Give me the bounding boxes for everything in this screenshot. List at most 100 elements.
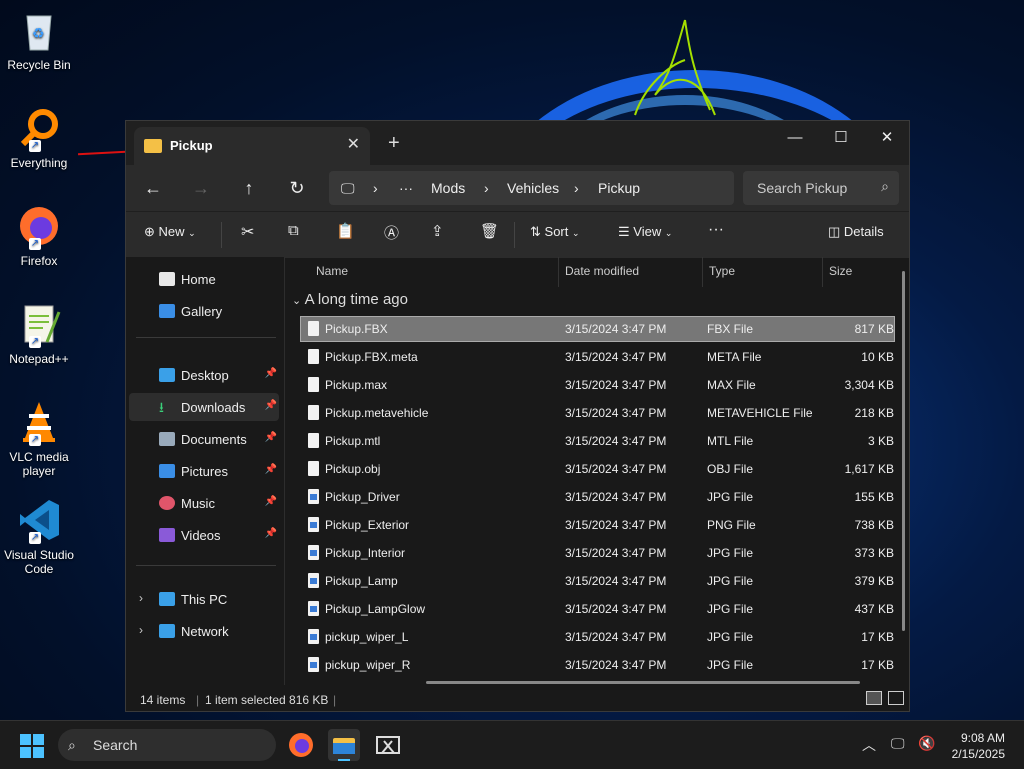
new-tab-button[interactable]: + xyxy=(388,132,400,155)
sidebar-item-music[interactable]: Music 📌 xyxy=(129,489,279,517)
file-row[interactable]: Pickup.mtl 3/15/2024 3:47 PM MTL File 3 KB xyxy=(301,429,894,453)
horizontal-scrollbar[interactable] xyxy=(426,681,860,684)
details-button[interactable]: ◫ Details xyxy=(828,224,884,240)
sidebar-item-videos[interactable]: Videos 📌 xyxy=(129,521,279,549)
file-row[interactable]: Pickup.max 3/15/2024 3:47 PM MAX File 3,304… xyxy=(301,373,894,397)
pin-icon[interactable]: 📌 xyxy=(265,496,277,507)
refresh-button[interactable]: ↻ xyxy=(283,175,311,201)
taskbar-file-explorer[interactable] xyxy=(328,729,360,761)
search-box[interactable]: Search Pickup ⌕ xyxy=(743,171,899,205)
minimize-button[interactable]: — xyxy=(772,123,818,153)
clock[interactable]: 9:08 AM 2/15/2025 xyxy=(952,730,1005,762)
group-label: A long time ago xyxy=(304,291,408,308)
file-row[interactable]: Pickup_Exterior 3/15/2024 3:47 PM PNG File… xyxy=(301,513,894,537)
file-row[interactable]: Pickup.obj 3/15/2024 3:47 PM OBJ File 1,617… xyxy=(301,457,894,481)
sort-button[interactable]: ⇅ Sort ⌄ xyxy=(530,224,580,240)
firefox-icon xyxy=(289,733,313,757)
delete-button[interactable]: 🗑 xyxy=(480,222,499,240)
file-row[interactable]: Pickup_LampGlow 3/15/2024 3:47 PM JPG File… xyxy=(301,597,894,621)
pin-icon[interactable]: 📌 xyxy=(265,432,277,443)
column-header-name[interactable]: Name xyxy=(316,264,348,278)
sidebar-item-desktop[interactable]: Desktop 📌 xyxy=(129,361,279,389)
rename-button[interactable]: Ⓐ xyxy=(384,222,399,243)
chevron-down-icon: ⌄ xyxy=(664,228,673,238)
desktop-icon-recycle-bin[interactable]: ♻ Recycle Bin xyxy=(2,8,76,72)
breadcrumb-vehicles[interactable]: Vehicles xyxy=(507,180,559,196)
address-bar[interactable]: 🖵 › ··· Mods › Vehicles › Pickup xyxy=(329,171,734,205)
cut-button[interactable]: ✂ xyxy=(241,222,254,242)
sidebar-item-label: Desktop xyxy=(181,368,229,383)
sidebar-item-home[interactable]: Home xyxy=(129,265,279,293)
pin-icon[interactable]: 📌 xyxy=(265,368,277,379)
desktop-icon-everything[interactable]: ↗ Everything xyxy=(2,106,76,170)
pin-icon[interactable]: 📌 xyxy=(265,400,277,411)
file-row[interactable]: Pickup.FBX 3/15/2024 3:47 PM FBX File 817 K… xyxy=(300,316,895,342)
pin-icon[interactable]: 📌 xyxy=(265,464,277,475)
network-icon[interactable]: 🖵 xyxy=(891,735,905,752)
file-row[interactable]: Pickup.FBX.meta 3/15/2024 3:47 PM META Fil… xyxy=(301,345,894,369)
up-button[interactable]: ↑ xyxy=(235,175,263,201)
pin-icon[interactable]: 📌 xyxy=(265,528,277,539)
sidebar-item-this-pc[interactable]: › This PC xyxy=(129,585,279,613)
maximize-button[interactable]: ☐ xyxy=(818,123,864,153)
start-button[interactable] xyxy=(20,734,44,758)
column-divider[interactable] xyxy=(822,257,823,287)
forward-button[interactable]: → xyxy=(187,175,215,201)
image-file-icon xyxy=(308,573,319,588)
desktop-icon-vscode[interactable]: ↗ Visual Studio Code xyxy=(2,498,76,576)
sidebar-item-label: Music xyxy=(181,496,215,511)
share-button[interactable]: ⇪ xyxy=(431,222,444,240)
sidebar-item-documents[interactable]: Documents 📌 xyxy=(129,425,279,453)
details-view-toggle[interactable] xyxy=(866,691,882,705)
file-row[interactable]: Pickup_Interior 3/15/2024 3:47 PM JPG File… xyxy=(301,541,894,565)
taskbar-snipping-tool[interactable] xyxy=(372,729,404,761)
chevron-up-icon[interactable]: ︿ xyxy=(862,735,876,755)
home-icon xyxy=(159,272,175,286)
file-row[interactable]: Pickup_Driver 3/15/2024 3:47 PM JPG File 15… xyxy=(301,485,894,509)
vertical-scrollbar[interactable] xyxy=(902,271,905,631)
view-button[interactable]: ☰ View ⌄ xyxy=(618,224,672,240)
sidebar-item-gallery[interactable]: Gallery xyxy=(129,297,279,325)
column-header-size[interactable]: Size xyxy=(829,264,852,278)
breadcrumb-more[interactable]: ··· xyxy=(399,180,413,196)
breadcrumb-pickup[interactable]: Pickup xyxy=(598,180,640,196)
column-header-date[interactable]: Date modified xyxy=(565,264,639,278)
tiles-view-toggle[interactable] xyxy=(888,691,904,705)
volume-muted-icon[interactable]: 🔇 xyxy=(918,735,935,752)
close-window-button[interactable]: ✕ xyxy=(864,123,910,153)
shortcut-arrow-icon: ↗ xyxy=(29,336,41,348)
taskbar: ⌕ Search ︿ 🖵 🔇 9:08 AM 2/15/2025 xyxy=(0,720,1024,769)
sidebar-item-label: Documents xyxy=(181,432,247,447)
desktop-icon-notepadpp[interactable]: ↗ Notepad++ xyxy=(2,302,76,366)
taskbar-search[interactable]: ⌕ Search xyxy=(58,729,276,761)
taskbar-firefox[interactable] xyxy=(285,729,317,761)
file-row[interactable]: pickup_wiper_R 3/15/2024 3:47 PM JPG File 1… xyxy=(301,653,894,677)
sidebar-item-pictures[interactable]: Pictures 📌 xyxy=(129,457,279,485)
copy-button[interactable]: ⧉ xyxy=(288,222,299,239)
breadcrumb-mods[interactable]: Mods xyxy=(431,180,465,196)
expand-chevron-icon[interactable]: › xyxy=(139,623,143,637)
sidebar-item-downloads[interactable]: ⭳ Downloads 📌 xyxy=(129,393,279,421)
file-row[interactable]: Pickup.metavehicle 3/15/2024 3:47 PM METAV… xyxy=(301,401,894,425)
file-type: MTL File xyxy=(707,434,754,448)
desktop-icon-label: Recycle Bin xyxy=(7,58,71,72)
back-button[interactable]: ← xyxy=(139,175,167,201)
column-header-type[interactable]: Type xyxy=(709,264,735,278)
group-header[interactable]: ⌄ A long time ago xyxy=(292,291,408,308)
paste-button[interactable]: 📋 xyxy=(336,222,355,240)
desktop-icon-vlc[interactable]: ↗ VLC media player xyxy=(2,400,76,478)
expand-chevron-icon[interactable]: › xyxy=(139,591,143,605)
breadcrumb-chevron-icon[interactable]: › xyxy=(373,180,378,196)
new-button[interactable]: ⊕ New ⌄ xyxy=(144,224,196,240)
file-size: 17 KB xyxy=(861,630,894,644)
file-row[interactable]: pickup_wiper_L 3/15/2024 3:47 PM JPG File 1… xyxy=(301,625,894,649)
column-divider[interactable] xyxy=(558,257,559,287)
close-tab-icon[interactable]: ✕ xyxy=(347,134,360,154)
file-row[interactable]: Pickup_Lamp 3/15/2024 3:47 PM JPG File 379 … xyxy=(301,569,894,593)
desktop-icon-firefox[interactable]: ↗ Firefox xyxy=(2,204,76,268)
title-bar[interactable]: Pickup ✕ + — ☐ ✕ xyxy=(126,121,909,165)
sidebar-item-network[interactable]: › Network xyxy=(129,617,279,645)
column-divider[interactable] xyxy=(702,257,703,287)
see-more-button[interactable]: ··· xyxy=(708,221,724,239)
tab-pickup[interactable]: Pickup ✕ xyxy=(134,127,370,165)
